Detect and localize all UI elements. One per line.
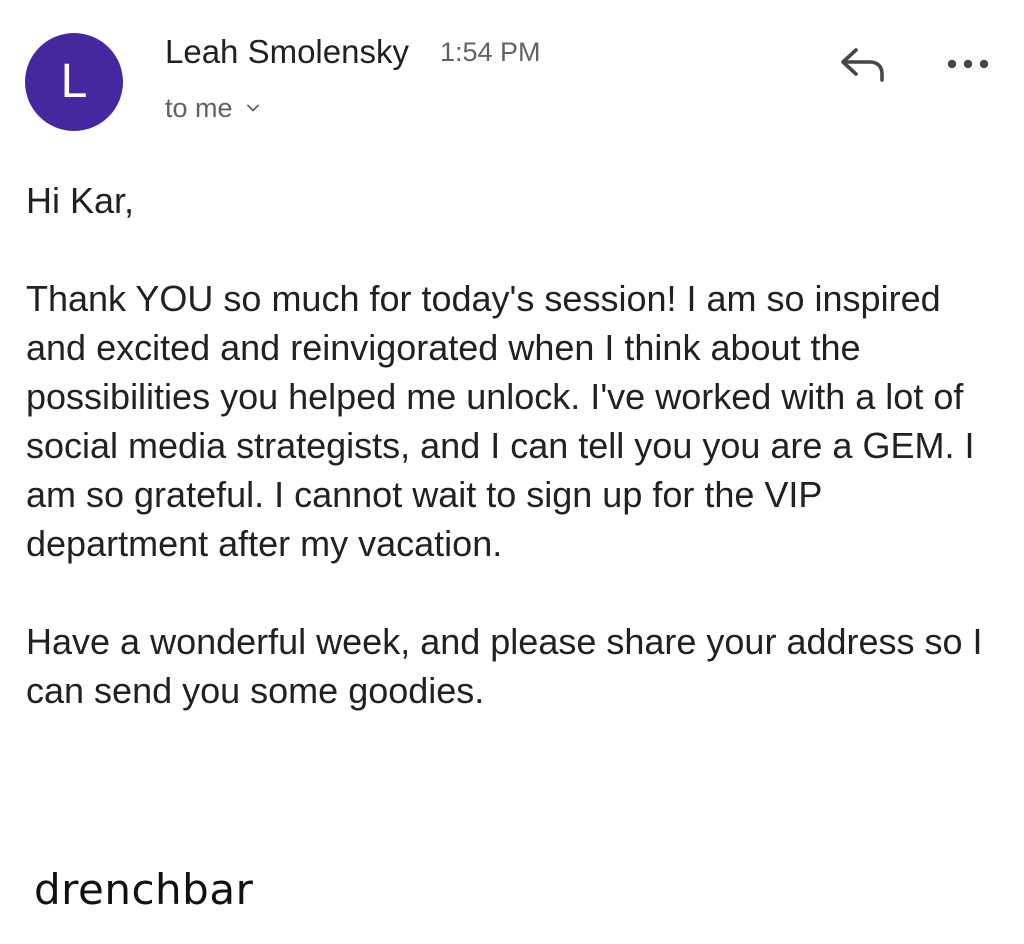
- recipient-label: to me: [165, 93, 233, 123]
- reply-icon[interactable]: [836, 44, 890, 84]
- more-icon[interactable]: [942, 46, 994, 82]
- chevron-down-icon: [246, 104, 259, 112]
- email-paragraph: Thank YOU so much for today's session! I…: [26, 278, 975, 564]
- sender-avatar[interactable]: L: [25, 33, 123, 131]
- sent-time: 1:54 PM: [440, 37, 541, 67]
- email-paragraph: Have a wonderful week, and please share …: [26, 621, 983, 711]
- sender-name: Leah Smolensky: [165, 33, 409, 70]
- email-greeting: Hi Kar,: [26, 180, 135, 221]
- drenchbar-logo: drenchbar: [34, 865, 254, 914]
- email-body: Hi Kar, Thank YOU so much for today's se…: [26, 176, 1001, 715]
- avatar-letter: L: [60, 55, 88, 108]
- recipient-details-toggle[interactable]: to me: [165, 90, 261, 126]
